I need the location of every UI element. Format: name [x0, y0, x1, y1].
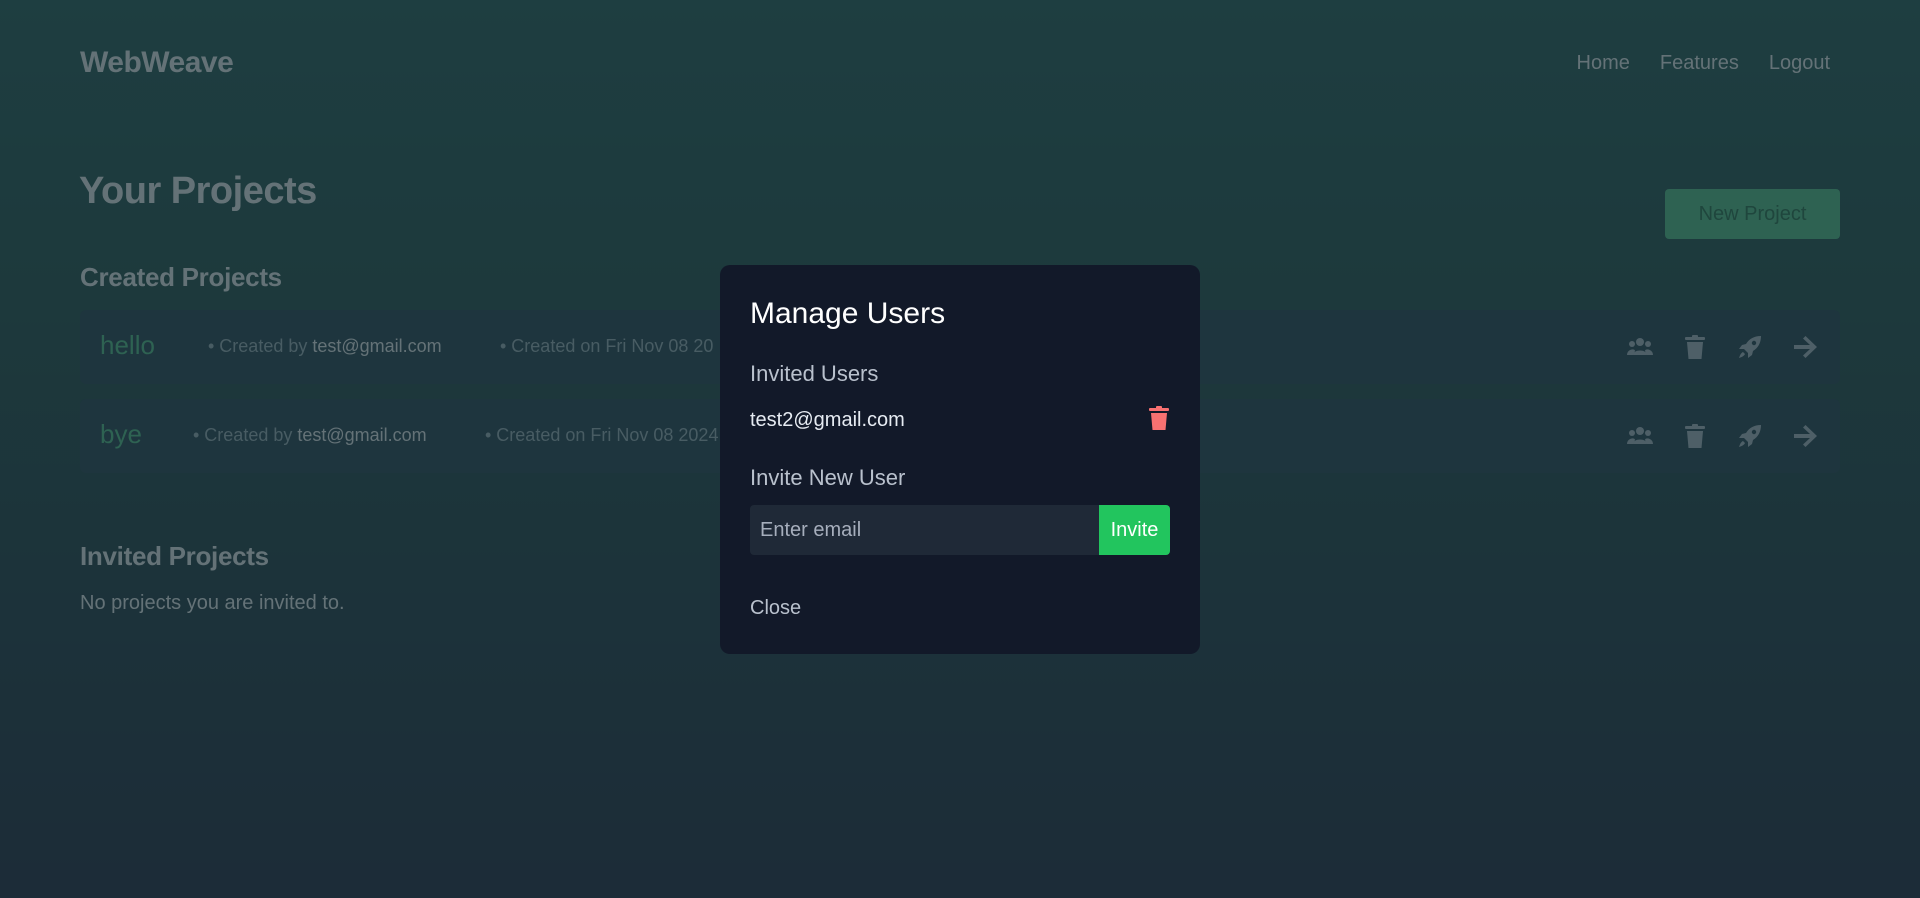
modal-title: Manage Users: [750, 297, 946, 330]
remove-user-trash-icon[interactable]: [1148, 406, 1170, 435]
invited-users-label: Invited Users: [750, 361, 879, 386]
invited-user-email: test2@gmail.com: [750, 409, 905, 431]
invite-email-input[interactable]: [750, 505, 1099, 555]
manage-users-modal: Manage Users Invited Users test2@gmail.c…: [720, 265, 1200, 654]
close-button[interactable]: Close: [750, 597, 801, 620]
invite-button[interactable]: Invite: [1099, 505, 1170, 555]
invite-new-user-label: Invite New User: [750, 465, 906, 490]
